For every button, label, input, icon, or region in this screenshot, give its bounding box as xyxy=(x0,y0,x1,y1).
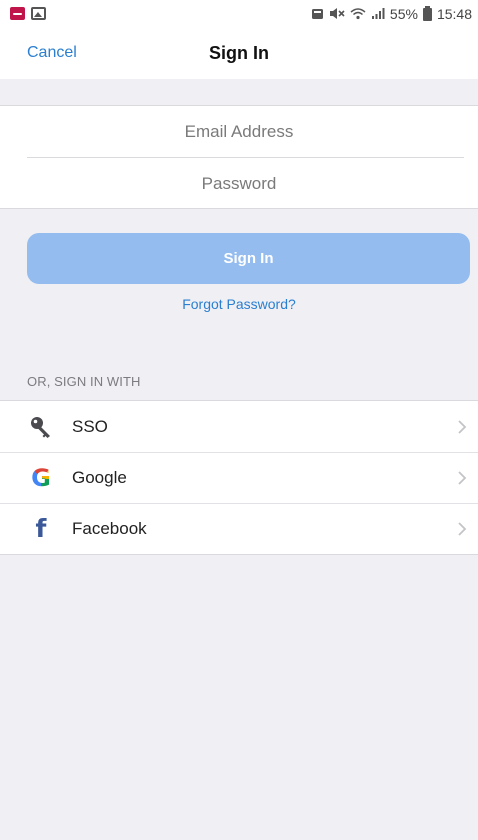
page-title: Sign In xyxy=(209,42,269,63)
battery-percent: 55% xyxy=(389,5,418,22)
provider-label-google: Google xyxy=(72,467,127,487)
email-field[interactable] xyxy=(0,106,478,157)
email-row xyxy=(0,106,478,157)
provider-label-facebook: Facebook xyxy=(72,518,147,538)
provider-label-sso: SSO xyxy=(72,416,108,436)
wifi-icon xyxy=(350,8,366,20)
credentials-form xyxy=(0,105,478,209)
save-data-icon xyxy=(311,9,323,19)
signal-icon xyxy=(371,8,385,19)
sign-in-screen: 55% 15:48 Cancel Sign In Sign In Forgot … xyxy=(0,0,478,840)
forgot-password-link[interactable]: Forgot Password? xyxy=(0,296,478,312)
password-row xyxy=(0,158,478,209)
status-bar-left xyxy=(10,7,46,20)
cancel-button[interactable]: Cancel xyxy=(27,44,77,62)
sign-in-button[interactable]: Sign In xyxy=(27,233,470,284)
password-field[interactable] xyxy=(0,158,478,209)
google-icon: G xyxy=(31,463,51,492)
alt-signin-section-label: OR, SIGN IN WITH xyxy=(27,374,141,389)
key-icon xyxy=(28,414,54,440)
navigation-bar: Cancel Sign In xyxy=(0,27,478,79)
facebook-icon: f xyxy=(35,514,47,543)
chevron-right-icon xyxy=(458,521,467,536)
gallery-notification-icon xyxy=(31,7,46,20)
chevron-right-icon xyxy=(458,419,467,434)
status-bar-right: 55% 15:48 xyxy=(311,5,472,22)
clock: 15:48 xyxy=(436,5,472,22)
provider-item-google[interactable]: G Google xyxy=(0,452,478,503)
provider-item-facebook[interactable]: f Facebook xyxy=(0,503,478,554)
mute-icon xyxy=(329,8,345,19)
status-bar: 55% 15:48 xyxy=(0,0,478,27)
app-notification-icon xyxy=(10,7,25,20)
chevron-right-icon xyxy=(458,470,467,485)
provider-item-sso[interactable]: SSO xyxy=(0,401,478,452)
battery-icon xyxy=(422,5,432,21)
provider-list: SSO G Google f Facebook xyxy=(0,400,478,555)
